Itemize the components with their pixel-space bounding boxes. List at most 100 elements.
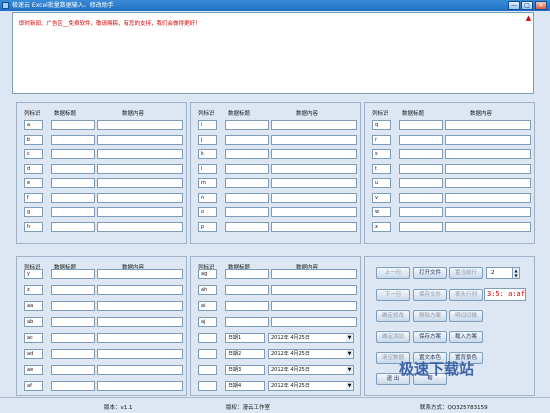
prev-row-button[interactable]: 上一行 bbox=[376, 267, 410, 279]
data-content-input[interactable] bbox=[97, 285, 183, 295]
column-key-field[interactable]: ab bbox=[24, 317, 43, 327]
data-title-input[interactable] bbox=[51, 365, 95, 375]
date-key-field[interactable] bbox=[198, 333, 217, 343]
data-content-input[interactable] bbox=[445, 193, 531, 203]
data-title-input[interactable] bbox=[225, 149, 269, 159]
date-key-field[interactable] bbox=[198, 381, 217, 391]
detail-switch-button[interactable]: 明词切换 bbox=[449, 310, 483, 322]
data-content-input[interactable] bbox=[271, 135, 357, 145]
data-content-input[interactable] bbox=[271, 269, 357, 279]
data-title-input[interactable] bbox=[51, 120, 95, 130]
date-key-field[interactable] bbox=[198, 349, 217, 359]
data-title-input[interactable] bbox=[51, 333, 95, 343]
data-title-input[interactable] bbox=[225, 269, 269, 279]
data-title-input[interactable] bbox=[399, 193, 443, 203]
data-title-input[interactable] bbox=[51, 164, 95, 174]
column-key-field[interactable]: s bbox=[372, 149, 391, 159]
data-content-input[interactable] bbox=[271, 164, 357, 174]
save-file-button[interactable]: 保存文件 bbox=[413, 289, 447, 301]
data-title-input[interactable] bbox=[399, 135, 443, 145]
data-content-input[interactable] bbox=[271, 301, 357, 311]
date-key-field[interactable] bbox=[198, 365, 217, 375]
column-key-field[interactable]: y bbox=[24, 269, 43, 279]
data-content-input[interactable] bbox=[445, 149, 531, 159]
column-key-field[interactable]: k bbox=[198, 149, 217, 159]
column-key-field[interactable]: ac bbox=[24, 333, 43, 343]
chevron-down-icon[interactable]: ▼ bbox=[346, 334, 353, 342]
data-title-input[interactable] bbox=[51, 193, 95, 203]
data-content-input[interactable] bbox=[97, 333, 183, 343]
data-title-input[interactable] bbox=[51, 301, 95, 311]
data-title-input[interactable] bbox=[225, 164, 269, 174]
date-picker[interactable]: 2012年 4月25日 ▼ bbox=[268, 365, 354, 375]
data-title-input[interactable] bbox=[225, 207, 269, 217]
data-content-input[interactable] bbox=[97, 349, 183, 359]
data-content-input[interactable] bbox=[271, 207, 357, 217]
data-title-input[interactable] bbox=[51, 178, 95, 188]
column-key-field[interactable]: t bbox=[372, 164, 391, 174]
data-content-input[interactable] bbox=[445, 135, 531, 145]
column-key-field[interactable]: v bbox=[372, 193, 391, 203]
maximize-button[interactable]: □ bbox=[521, 1, 533, 10]
scroll-up-icon[interactable]: ▲ bbox=[525, 14, 532, 22]
next-row-button[interactable]: 下一行 bbox=[376, 289, 410, 301]
data-content-input[interactable] bbox=[271, 285, 357, 295]
column-key-field[interactable]: l bbox=[198, 164, 217, 174]
data-title-input[interactable] bbox=[399, 149, 443, 159]
data-content-input[interactable] bbox=[97, 269, 183, 279]
column-key-field[interactable]: ai bbox=[198, 301, 217, 311]
column-key-field[interactable]: aa bbox=[24, 301, 43, 311]
column-key-field[interactable]: aj bbox=[198, 317, 217, 327]
set-current-row-button[interactable]: 置当前行 bbox=[449, 267, 483, 279]
data-content-input[interactable] bbox=[97, 135, 183, 145]
data-title-input[interactable] bbox=[225, 301, 269, 311]
column-key-field[interactable]: ad bbox=[24, 349, 43, 359]
data-title-input[interactable] bbox=[225, 317, 269, 327]
data-title-input[interactable] bbox=[51, 135, 95, 145]
data-content-input[interactable] bbox=[97, 193, 183, 203]
data-title-input[interactable] bbox=[399, 222, 443, 232]
column-key-field[interactable]: x bbox=[372, 222, 391, 232]
data-title-input[interactable] bbox=[51, 222, 95, 232]
save-scheme-button[interactable]: 保存方案 bbox=[413, 331, 447, 343]
chevron-down-icon[interactable]: ▼ bbox=[346, 366, 353, 374]
column-key-field[interactable]: ag bbox=[198, 269, 217, 279]
data-title-input[interactable] bbox=[225, 178, 269, 188]
column-key-field[interactable]: e bbox=[24, 178, 43, 188]
column-key-field[interactable]: j bbox=[198, 135, 217, 145]
column-key-field[interactable]: af bbox=[24, 381, 43, 391]
date-picker[interactable]: 2012年 4月25日 ▼ bbox=[268, 349, 354, 359]
column-key-field[interactable]: b bbox=[24, 135, 43, 145]
minimize-button[interactable]: — bbox=[508, 1, 520, 10]
row-number-spinner[interactable]: 2 ▲ ▼ bbox=[486, 267, 520, 279]
data-content-input[interactable] bbox=[97, 178, 183, 188]
open-file-button[interactable]: 打开文件 bbox=[413, 267, 447, 279]
data-content-input[interactable] bbox=[97, 149, 183, 159]
data-content-input[interactable] bbox=[97, 164, 183, 174]
column-key-field[interactable]: a bbox=[24, 120, 43, 130]
column-key-field[interactable]: f bbox=[24, 193, 43, 203]
data-content-input[interactable] bbox=[271, 149, 357, 159]
column-key-field[interactable]: ah bbox=[198, 285, 217, 295]
column-key-field[interactable]: r bbox=[372, 135, 391, 145]
data-content-input[interactable] bbox=[445, 222, 531, 232]
column-key-field[interactable]: i bbox=[198, 120, 217, 130]
data-content-input[interactable] bbox=[445, 178, 531, 188]
column-key-field[interactable]: n bbox=[198, 193, 217, 203]
data-content-input[interactable] bbox=[271, 193, 357, 203]
column-key-field[interactable]: o bbox=[198, 207, 217, 217]
chevron-down-icon[interactable]: ▼ bbox=[346, 350, 353, 358]
data-content-input[interactable] bbox=[271, 120, 357, 130]
confirm-add-button[interactable]: 确定添加 bbox=[376, 331, 410, 343]
data-content-input[interactable] bbox=[445, 207, 531, 217]
column-key-field[interactable]: m bbox=[198, 178, 217, 188]
column-key-field[interactable]: d bbox=[24, 164, 43, 174]
data-content-input[interactable] bbox=[271, 222, 357, 232]
column-key-field[interactable]: g bbox=[24, 207, 43, 217]
table-row-count-button[interactable]: 表头行列 bbox=[449, 289, 483, 301]
data-content-input[interactable] bbox=[97, 381, 183, 391]
data-title-input[interactable] bbox=[225, 120, 269, 130]
data-title-input[interactable] bbox=[399, 164, 443, 174]
column-key-field[interactable]: p bbox=[198, 222, 217, 232]
column-key-field[interactable]: q bbox=[372, 120, 391, 130]
